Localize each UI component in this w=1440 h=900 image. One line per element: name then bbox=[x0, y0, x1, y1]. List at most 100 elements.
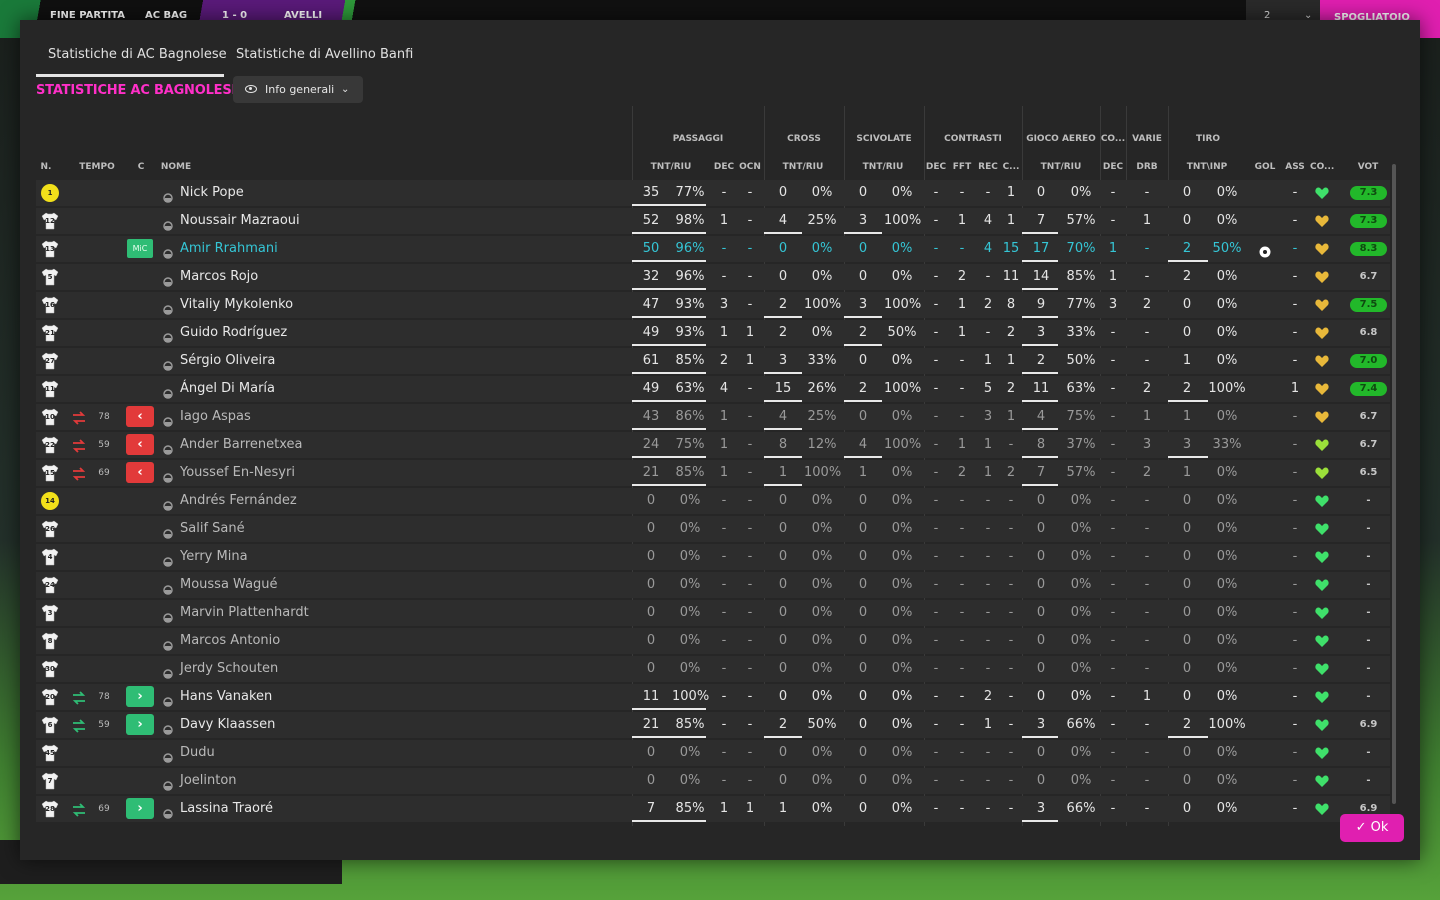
player-name[interactable]: Andrés Fernández bbox=[180, 488, 297, 514]
column-header-tiro-tnt[interactable]: TNT\INP bbox=[1177, 162, 1237, 172]
player-name[interactable]: Amir Rrahmani bbox=[180, 236, 278, 262]
scrollbar[interactable] bbox=[1392, 164, 1396, 804]
table-row[interactable]: 20 78 › Hans Vanaken 11 100% - -0 0% 0 0% - -2-0 0% -1… bbox=[36, 684, 1390, 710]
contrasts-decisive: - bbox=[933, 269, 939, 284]
tackles-attempted: 0 bbox=[858, 717, 868, 732]
contrasts-decisive: - bbox=[933, 521, 939, 536]
table-row[interactable]: 13 MiC Amir Rrahmani 50 96% - - 0 0% 0 0% - - 4 15 17 70… bbox=[36, 236, 1390, 262]
player-name[interactable]: Marcos Rojo bbox=[180, 264, 258, 290]
player-name[interactable]: Davy Klaassen bbox=[180, 712, 275, 738]
player-name[interactable]: Moussa Wagué bbox=[180, 572, 278, 598]
table-row[interactable]: 26 Salif Sané 0 0% - - 0 0% 0 0% - - - - 0 0% - - 0 0% - - bbox=[36, 516, 1390, 542]
player-name[interactable]: Marcos Antonio bbox=[180, 628, 280, 654]
player-name[interactable]: Hans Vanaken bbox=[180, 684, 272, 710]
column-header-aereo-tnt[interactable]: TNT/RIU bbox=[1031, 162, 1091, 172]
table-row[interactable]: 7 Joelinton 0 0% - - 0 0% 0 0% - - - - 0 0% - - 0 0% - - bbox=[36, 768, 1390, 794]
passes-chances: - bbox=[747, 465, 753, 480]
view-dropdown[interactable]: Info generali ⌄ bbox=[233, 76, 363, 103]
column-header-tempo[interactable]: TEMPO bbox=[75, 162, 119, 172]
column-header-con-c[interactable]: C... bbox=[1001, 162, 1021, 172]
table-row[interactable]: 14 Andrés Fernández 0 0% - - 0 0% 0 0% - - - - 0 0% - - 0 0… bbox=[36, 488, 1390, 514]
contrasts-fouls: - bbox=[959, 241, 965, 256]
column-header-gol[interactable]: GOL bbox=[1253, 162, 1277, 172]
aerial-attempted: 7 bbox=[1036, 213, 1046, 228]
column-header-c[interactable]: C bbox=[133, 162, 149, 172]
assists: - bbox=[1292, 661, 1298, 676]
column-header-pass-tnt[interactable]: TNT/RIU bbox=[641, 162, 701, 172]
column-header-con-dec[interactable]: DEC bbox=[925, 162, 947, 172]
table-row[interactable]: 15 69 ‹ Youssef En-Nesyri 21 85% 1-1 100% 1 0% -2 1… bbox=[36, 460, 1390, 486]
player-name[interactable]: Sérgio Oliveira bbox=[180, 348, 275, 374]
table-row[interactable]: 4 Yerry Mina 0 0% - - 0 0% 0 0% - - - - 0 0% - - 0 0% - - bbox=[36, 544, 1390, 570]
passes-completion: 0% bbox=[679, 661, 701, 676]
contrasts-c: 2 bbox=[1006, 381, 1016, 396]
table-row[interactable]: 24 Moussa Wagué 0 0% - - 0 0% 0 0% - - - - 0 0% - - 0 0% - - bbox=[36, 572, 1390, 598]
table-row[interactable]: 5 Marcos Rojo 32 96% - -0 0% 0 0% -2-11 14 85% 1-2 0%… bbox=[36, 264, 1390, 290]
crosses-completion: 0% bbox=[811, 745, 833, 760]
crosses-attempted: 0 bbox=[778, 773, 788, 788]
player-name[interactable]: Ángel Di María bbox=[180, 376, 275, 402]
morale-heart-icon bbox=[1314, 605, 1330, 621]
table-row[interactable]: 8 Marcos Antonio 0 0% - - 0 0% 0 0% - - - - 0 0% - - 0 0% - - bbox=[36, 628, 1390, 654]
player-name[interactable]: Dudu bbox=[180, 740, 215, 766]
tab-home-stats[interactable]: Statistiche di AC Bagnolese bbox=[36, 46, 227, 77]
passes-decisive: - bbox=[721, 185, 727, 200]
ok-button[interactable]: ✓ Ok bbox=[1340, 814, 1404, 842]
player-name[interactable]: Yerry Mina bbox=[180, 544, 248, 570]
column-header-co[interactable]: CO... bbox=[1310, 162, 1334, 172]
table-row[interactable]: 45 Dudu 0 0% - - 0 0% 0 0% - - - - 0 0% - - 0 0% - - bbox=[36, 740, 1390, 766]
table-row[interactable]: 27 Sérgio Oliveira 61 85% 2 1 3 33% 0 0% - -1 1 2 50% -… bbox=[36, 348, 1390, 374]
column-header-vot[interactable]: VOT bbox=[1348, 162, 1388, 172]
column-header-con-rec[interactable]: REC bbox=[977, 162, 999, 172]
contrasts-c: - bbox=[1008, 661, 1014, 676]
column-header-pass-dec[interactable]: DEC bbox=[712, 162, 736, 172]
player-name[interactable]: Lassina Traoré bbox=[180, 796, 273, 822]
column-header-ass[interactable]: ASS bbox=[1283, 162, 1307, 172]
tackles-attempted: 0 bbox=[858, 353, 868, 368]
player-name[interactable]: Noussair Mazraoui bbox=[180, 208, 300, 234]
contrasts-fouls: - bbox=[959, 577, 965, 592]
table-row[interactable]: 1 Nick Pope 35 77% - -0 0% 0 0% - - -1 0 0% - -0 0% -7.3 bbox=[36, 180, 1390, 206]
table-row[interactable]: 28 69 › Lassina Traoré 7 85% 1 1 1 0% 0 0% - - - -3 66% -… bbox=[36, 796, 1390, 822]
player-name[interactable]: Youssef En-Nesyri bbox=[180, 460, 295, 486]
table-row[interactable]: 10 78 ‹ Iago Aspas 43 86% 1-4 25% 0 0% - -3 1 4 75% -1 1… bbox=[36, 404, 1390, 430]
shirt-icon: 26 bbox=[40, 519, 60, 539]
aerial-attempted: 0 bbox=[1036, 521, 1046, 536]
tab-away-stats[interactable]: Statistiche di Avellino Banfi bbox=[224, 46, 425, 74]
tackles-completion: 100% bbox=[884, 437, 922, 452]
player-name[interactable]: Marvin Plattenhardt bbox=[180, 600, 309, 626]
player-name[interactable]: Guido Rodríguez bbox=[180, 320, 287, 346]
player-name[interactable]: Vitaliy Mykolenko bbox=[180, 292, 293, 318]
column-header-co-dec[interactable]: DEC bbox=[1101, 162, 1125, 172]
table-row[interactable]: 6 59 › Davy Klaassen 21 85% - -2 50% 0 0% - -1-3 66% -… bbox=[36, 712, 1390, 738]
column-header-varie-drb[interactable]: DRB bbox=[1132, 162, 1162, 172]
column-header-sciv-tnt[interactable]: TNT/RIU bbox=[853, 162, 913, 172]
player-name[interactable]: Jerdy Schouten bbox=[180, 656, 278, 682]
column-header-n[interactable]: N. bbox=[36, 162, 56, 172]
crosses-attempted: 15 bbox=[774, 381, 792, 396]
column-header-nome[interactable]: NOME bbox=[156, 162, 196, 172]
assists: - bbox=[1292, 605, 1298, 620]
table-row[interactable]: 22 59 ‹ Ander Barrenetxea 24 75% 1-8 12% 4 100% -1… bbox=[36, 432, 1390, 458]
player-name[interactable]: Salif Sané bbox=[180, 516, 245, 542]
table-row[interactable]: 16 Vitaliy Mykolenko 47 93% 3-2 100% 3 100% -1 2 8… bbox=[36, 292, 1390, 318]
column-header-cross-tnt[interactable]: TNT/RIU bbox=[773, 162, 833, 172]
passes-attempted: 0 bbox=[646, 577, 656, 592]
player-name[interactable]: Iago Aspas bbox=[180, 404, 251, 430]
shots-on-target: 0% bbox=[1216, 353, 1238, 368]
shots-attempted: 0 bbox=[1182, 521, 1192, 536]
table-row[interactable]: 21 Guido Rodríguez 49 93% 1 1 2 0% 2 50% -1-2 3 33% -… bbox=[36, 320, 1390, 346]
contrasts-fouls: - bbox=[959, 493, 965, 508]
table-row[interactable]: 11 Ángel Di María 49 63% 4-15 26% 2 100% - -5 2 11 6… bbox=[36, 376, 1390, 402]
passes-completion: 85% bbox=[675, 717, 705, 732]
table-row[interactable]: 30 Jerdy Schouten 0 0% - - 0 0% 0 0% - - - - 0 0% - - 0 0% -… bbox=[36, 656, 1390, 682]
player-name[interactable]: Ander Barrenetxea bbox=[180, 432, 303, 458]
player-name[interactable]: Joelinton bbox=[180, 768, 237, 794]
column-header-con-fft[interactable]: FFT bbox=[951, 162, 973, 172]
morale-heart-icon bbox=[1314, 269, 1330, 285]
player-name[interactable]: Nick Pope bbox=[180, 180, 244, 206]
table-row[interactable]: 12 Noussair Mazraoui 52 98% 1-4 25% 3 100% -1 4 1 7… bbox=[36, 208, 1390, 234]
column-header-pass-ocn[interactable]: OCN bbox=[737, 162, 763, 172]
contrasts-recoveries: 3 bbox=[983, 409, 993, 424]
table-row[interactable]: 3 Marvin Plattenhardt 0 0% - - 0 0% 0 0% - - - - 0 0% - -… bbox=[36, 600, 1390, 626]
